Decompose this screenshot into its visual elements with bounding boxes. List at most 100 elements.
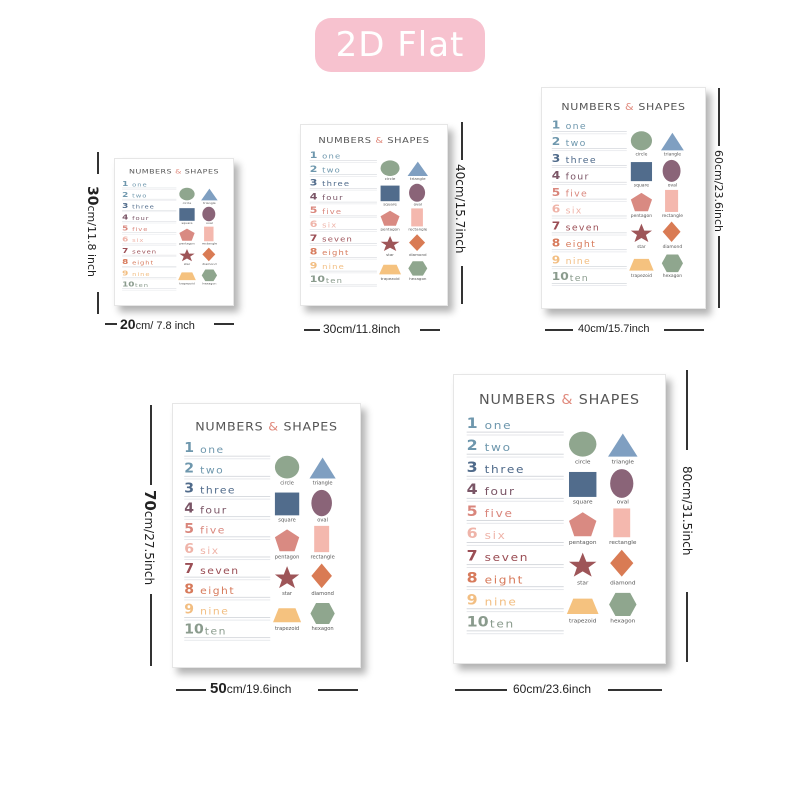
writing-line [309, 257, 377, 258]
diamond-icon [609, 549, 634, 582]
number-digit: 10 [122, 279, 135, 289]
writing-line [466, 431, 564, 433]
writing-line [184, 475, 271, 477]
shape-label-diamond: diamond [610, 580, 636, 587]
height-line-bottom [461, 266, 463, 304]
number-word: six [565, 205, 583, 216]
triangle-icon [201, 188, 219, 203]
number-row-eight: 8 eight [122, 257, 177, 269]
number-digit: 7 [466, 546, 478, 565]
number-row-nine: 9 nine [184, 601, 271, 621]
number-word: nine [484, 594, 518, 609]
diamond-icon [662, 221, 682, 246]
star-icon [179, 249, 196, 265]
number-word: eight [200, 584, 236, 597]
writing-line [309, 270, 377, 272]
pentagon-icon [630, 192, 653, 215]
number-word: five [565, 188, 589, 199]
shape-label-triangle: triangle [663, 152, 682, 157]
number-row-eight: 8 eight [309, 246, 377, 260]
shape-label-hexagon: hexagon [409, 277, 427, 281]
width-line-right [318, 689, 358, 691]
writing-line [466, 500, 564, 502]
writing-line [466, 434, 564, 436]
number-row-one: 1 one [122, 179, 177, 190]
writing-line [551, 150, 627, 152]
writing-line [309, 215, 377, 217]
writing-line [184, 576, 271, 578]
writing-line [184, 455, 271, 457]
poster-title: NUMBERS & SHAPES [301, 136, 447, 146]
number-digit: 5 [466, 502, 478, 520]
number-word: five [322, 207, 343, 216]
number-digit: 9 [466, 591, 478, 609]
poster-title: NUMBERS & SHAPES [173, 420, 360, 434]
poster-3: NUMBERS & SHAPES 1 one 2 two 3 three 4 four 5 five… [541, 87, 706, 309]
number-digit: 1 [551, 118, 561, 132]
writing-line [309, 162, 377, 163]
number-row-five: 5 five [184, 521, 271, 540]
number-row-eight: 8 eight [466, 569, 564, 591]
writing-line [184, 579, 271, 581]
poster-title-shapes: SHAPES [387, 135, 430, 146]
number-word: eight [322, 248, 350, 257]
square-icon [274, 492, 300, 520]
writing-line [551, 167, 627, 168]
shape-label-hexagon: hexagon [662, 274, 683, 279]
trapezoid-icon [272, 607, 302, 626]
number-row-five: 5 five [466, 502, 564, 524]
width-line-left [176, 689, 206, 691]
triangle-icon [309, 457, 337, 483]
number-word: one [322, 152, 342, 161]
number-digit: 7 [184, 560, 194, 577]
poster-title: NUMBERS & SHAPES [454, 392, 665, 407]
number-word: eight [132, 259, 155, 267]
writing-line [309, 243, 377, 244]
writing-line [184, 458, 271, 460]
writing-line [184, 559, 271, 561]
square-icon [380, 185, 400, 204]
number-word: seven [322, 234, 354, 244]
number-word: three [565, 154, 597, 165]
writing-line [309, 189, 377, 191]
pentagon-icon [380, 210, 400, 229]
number-row-seven: 7 seven [466, 546, 564, 568]
circle-icon [630, 131, 653, 154]
number-word: two [200, 463, 225, 476]
poster-title-shapes: SHAPES [283, 419, 338, 434]
shape-label-rectangle: rectangle [661, 214, 683, 219]
number-digit: 6 [122, 234, 129, 244]
writing-line [551, 198, 627, 200]
pentagon-icon [568, 511, 598, 541]
number-word: five [200, 524, 226, 537]
poster-title: NUMBERS & SHAPES [542, 101, 705, 113]
number-row-one: 1 one [184, 440, 271, 460]
trapezoid-icon [378, 264, 402, 277]
oval-icon [609, 468, 634, 503]
number-digit: 4 [466, 480, 478, 498]
number-word: three [484, 462, 526, 476]
poster-1: NUMBERS & SHAPES 1 one 2 two 3 three 4 four 5 five… [114, 158, 234, 306]
number-word: six [200, 544, 220, 557]
number-row-two: 2 two [122, 190, 177, 201]
number-row-one: 1 one [309, 150, 377, 163]
writing-line [551, 133, 627, 135]
number-digit: 8 [551, 236, 561, 250]
number-digit: 7 [551, 219, 561, 233]
number-digit: 3 [551, 151, 561, 165]
number-word: six [322, 221, 338, 230]
shape-label-hexagon: hexagon [311, 626, 334, 632]
number-digit: 3 [184, 480, 194, 497]
writing-line [466, 544, 564, 546]
square-icon [568, 471, 598, 502]
number-row-five: 5 five [309, 205, 377, 218]
poster-title-shapes: SHAPES [578, 392, 640, 408]
height-line-bottom [150, 594, 152, 666]
writing-line [184, 596, 271, 598]
shape-label-diamond: diamond [662, 244, 683, 250]
number-row-two: 2 two [466, 436, 564, 458]
number-digit: 4 [551, 168, 561, 182]
number-row-ten: 10 ten [122, 279, 177, 291]
number-digit: 9 [309, 260, 318, 271]
writing-line [551, 232, 627, 234]
